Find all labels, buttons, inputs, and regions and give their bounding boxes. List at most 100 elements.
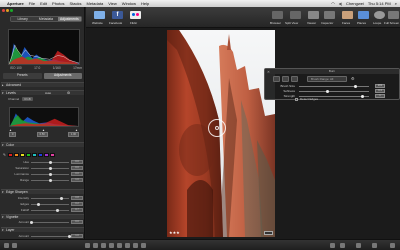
straighten-icon[interactable] [101, 243, 106, 248]
color-luminance-value-field[interactable]: 0.0 [71, 172, 83, 176]
color-range-value-field[interactable]: 1.0 [71, 178, 83, 182]
minimize-window-button[interactable] [6, 9, 9, 12]
library-toggle-icon[interactable] [4, 243, 9, 248]
color-swatch[interactable] [14, 153, 19, 157]
disclosure-triangle-icon[interactable]: ▾ [2, 190, 4, 195]
adjustments-icon[interactable] [141, 243, 146, 248]
full-screen-toggle-icon[interactable] [372, 243, 377, 248]
tab-adjustments[interactable]: Adjustments [57, 17, 81, 21]
brush-tool-icon[interactable] [273, 76, 280, 82]
tab-metadata[interactable]: Metadata [34, 17, 58, 21]
menu-app-name[interactable]: Aperture [7, 1, 24, 6]
edge-falloff-slider[interactable] [31, 208, 69, 212]
volume-icon[interactable]: ◂) [339, 1, 342, 6]
faces-button-label[interactable]: Faces [342, 21, 350, 25]
edge-intensity-value-field[interactable]: 0.8 [71, 196, 83, 200]
tab-adjustments-sub[interactable]: Adjustments [43, 73, 82, 79]
hud-strength-slider[interactable] [299, 94, 369, 98]
website-button-label[interactable]: Website [92, 21, 103, 25]
lift-stamp-icon[interactable] [133, 243, 138, 248]
next-image-icon[interactable] [340, 243, 345, 248]
settings-icon[interactable] [390, 243, 395, 248]
menu-view[interactable]: View [108, 1, 117, 6]
hud-close-icon[interactable]: ✕ [267, 70, 270, 74]
hud-softness-value-field[interactable]: 0.4 [375, 89, 385, 93]
hud-strength-value-field[interactable]: 1 [375, 94, 385, 98]
gamma-level-field[interactable]: 0.50 [36, 132, 48, 137]
disclosure-triangle-icon[interactable]: ▾ [2, 143, 4, 148]
color-swatch[interactable] [44, 153, 49, 157]
flickr-icon[interactable] [130, 11, 141, 19]
vignette-amount-value-field[interactable]: 0.0 [71, 220, 83, 224]
close-window-button[interactable] [2, 9, 5, 12]
color-swatch[interactable] [38, 153, 43, 157]
edge-falloff-slider-knob[interactable] [56, 208, 60, 212]
rating-stars[interactable]: ★★★ [169, 230, 180, 235]
previous-image-icon[interactable] [330, 243, 335, 248]
photo-temple[interactable]: ★★★ [167, 30, 275, 237]
rotate-left-icon[interactable] [85, 243, 90, 248]
spotlight-search-icon[interactable]: ⌕ [395, 1, 397, 6]
website-icon[interactable] [94, 11, 105, 19]
crop-icon[interactable] [109, 243, 114, 248]
section-advanced[interactable]: ▸ Advanced [1, 82, 84, 87]
black-level-field[interactable]: 0 [9, 132, 17, 137]
faces-icon[interactable] [342, 11, 353, 19]
browser-icon[interactable] [272, 11, 283, 19]
edge-edges-slider[interactable] [31, 202, 69, 206]
color-hue-slider-knob[interactable] [48, 160, 52, 164]
hud-softness-slider[interactable] [299, 89, 369, 93]
edge-intensity-slider[interactable] [31, 196, 69, 200]
brush-range-select[interactable]: Brush Range: All [307, 76, 347, 82]
hud-brush-size-slider-knob[interactable] [353, 84, 357, 88]
edge-falloff-value-field[interactable]: 0.7 [71, 208, 83, 212]
vignette-amount-slider[interactable] [29, 220, 69, 224]
layer-amount-value-field[interactable]: 1.0 [71, 234, 83, 238]
facebook-button-label[interactable]: Facebook [109, 21, 122, 25]
hud-brush-size-slider[interactable] [299, 84, 369, 88]
color-range-slider[interactable] [31, 178, 69, 182]
menu-help[interactable]: Help [141, 1, 149, 6]
section-layer[interactable]: ▾ Layer [1, 227, 84, 232]
color-luminance-slider-knob[interactable] [48, 172, 52, 176]
eraser-tool-icon[interactable] [291, 76, 298, 82]
retouch-icon[interactable] [125, 243, 130, 248]
flickr-button-label[interactable]: Flickr [130, 21, 137, 25]
section-vignette[interactable]: ▾ Vignette [1, 214, 84, 219]
color-saturation-slider[interactable] [31, 166, 69, 170]
section-levels[interactable]: ▾ Levels Auto ⚙ [1, 90, 84, 95]
gear-icon[interactable]: ⚙ [67, 91, 70, 96]
color-range-slider-knob[interactable] [48, 178, 52, 182]
full-screen-icon[interactable] [388, 11, 399, 19]
menu-file[interactable]: File [29, 1, 35, 6]
hud-brush-size-value-field[interactable]: 200 [375, 84, 385, 88]
color-hue-value-field[interactable]: 0.0 [71, 160, 83, 164]
menu-edit[interactable]: Edit [40, 1, 47, 6]
red-eye-icon[interactable] [117, 243, 122, 248]
hud-softness-slider-knob[interactable] [325, 89, 329, 93]
section-color[interactable]: ▾ Color [1, 142, 84, 147]
split-view-button-label[interactable]: Split View [285, 21, 298, 25]
inspector-toggle-icon[interactable] [12, 243, 17, 248]
color-saturation-value-field[interactable]: 0.0 [71, 166, 83, 170]
color-swatch[interactable] [8, 153, 13, 157]
color-luminance-slider[interactable] [31, 172, 69, 176]
eyedropper-icon[interactable]: ✎ [3, 153, 6, 157]
disclosure-triangle-icon[interactable]: ▾ [2, 91, 4, 96]
edge-edges-value-field[interactable]: 0.2 [71, 202, 83, 206]
viewer-icon[interactable] [308, 11, 319, 19]
full-screen-button-label[interactable]: Full Screen [384, 21, 399, 25]
levels-auto-button[interactable]: Auto [45, 91, 51, 96]
viewer-button-label[interactable]: Viewer [307, 21, 316, 25]
rotate-right-icon[interactable] [93, 243, 98, 248]
edge-intensity-slider-knob[interactable] [59, 196, 63, 200]
color-swatch[interactable] [50, 153, 55, 157]
places-button-label[interactable]: Places [357, 21, 366, 25]
zoom-window-button[interactable] [10, 9, 13, 12]
disclosure-triangle-icon[interactable]: ▾ [2, 228, 4, 233]
white-level-field[interactable]: 1.00 [67, 132, 79, 137]
wifi-icon[interactable]: ◠ [331, 1, 335, 6]
color-hue-slider[interactable] [31, 160, 69, 164]
edge-edges-slider-knob[interactable] [37, 202, 41, 206]
menu-stacks[interactable]: Stacks [69, 1, 81, 6]
